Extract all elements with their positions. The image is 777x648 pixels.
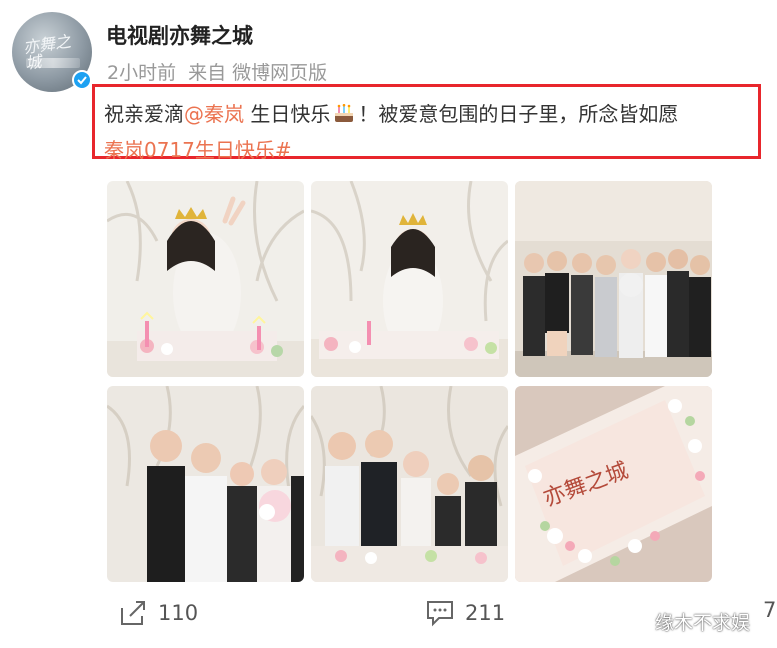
post-text-wish: ！被爱意包围的日子里，所念皆如愿 (358, 102, 679, 126)
author-name[interactable]: 电视剧亦舞之城 (106, 20, 253, 50)
mention-link[interactable]: @秦岚 (184, 102, 244, 126)
post-meta: 2小时前 来自 微博网页版 (107, 58, 333, 85)
photo-3-group-photo[interactable] (515, 181, 712, 377)
post-time[interactable]: 2小时前 (107, 62, 176, 84)
photo-6-cake-closeup[interactable]: 亦舞之城 (515, 386, 712, 582)
comment-button[interactable]: 211 (425, 598, 505, 628)
avatar-logo-underline (26, 58, 80, 68)
post-text-line-1: 祝亲爱滴@秦岚 生日快乐 ！被爱意包围的日子里，所念皆如愿 (104, 98, 678, 127)
photo-2-woman-crown-hands-together[interactable] (311, 181, 508, 377)
photo-5-group-at-cake-table[interactable] (311, 386, 508, 582)
repost-button[interactable]: 110 (118, 598, 198, 628)
cake-emoji-icon (333, 103, 355, 124)
like-count[interactable]: 7 (763, 598, 776, 622)
hashtag-link[interactable]: 秦岚0717生日快乐# (104, 134, 292, 163)
verified-badge-icon (72, 70, 92, 90)
comment-icon (425, 598, 455, 628)
post-source: 来自 微博网页版 (188, 62, 328, 84)
comment-count: 211 (465, 601, 506, 625)
repost-count: 110 (158, 601, 199, 625)
share-icon (118, 598, 148, 628)
photo-1-woman-crown-peace-sign[interactable] (107, 181, 304, 377)
photo-4-group-with-flowers[interactable] (107, 386, 304, 582)
post-text-birthday: 生日快乐 (244, 102, 331, 126)
watermark-text: 缘木不求娱 (655, 612, 751, 634)
post-text-greeting: 祝亲爱滴 (104, 102, 184, 126)
